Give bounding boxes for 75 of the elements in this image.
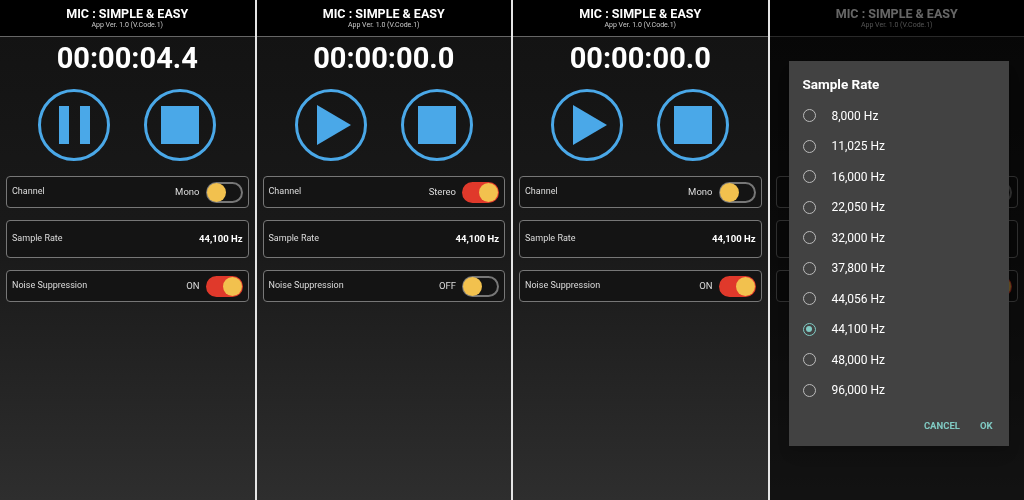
- setting-card[interactable]: Noise Suppression ON: [6, 270, 249, 302]
- setting-card[interactable]: Noise Suppression ON: [519, 270, 762, 302]
- setting-value: 44,100 Hz: [199, 231, 243, 246]
- radio-option[interactable]: 16,000 Hz: [802, 161, 995, 192]
- radio-option[interactable]: 48,000 Hz: [802, 344, 995, 375]
- toggle-switch[interactable]: [205, 181, 243, 203]
- radio-option[interactable]: 44,100 Hz: [802, 313, 995, 345]
- setting-card[interactable]: Sample Rate 44,100 Hz: [519, 220, 762, 258]
- option-label: 44,100 Hz: [831, 321, 886, 338]
- setting-value: Stereo: [428, 184, 456, 199]
- setting-card[interactable]: Channel Mono: [519, 176, 762, 208]
- play-icon: [573, 105, 608, 145]
- play-button[interactable]: [551, 89, 624, 161]
- setting-card[interactable]: Sample Rate 44,100 Hz: [262, 220, 505, 258]
- option-label: 44,056 Hz: [831, 290, 886, 308]
- option-label: 11,025 Hz: [831, 138, 886, 155]
- setting-card[interactable]: Noise Suppression OFF: [262, 270, 505, 302]
- stop-button[interactable]: [400, 89, 473, 161]
- setting-label: Channel: [525, 185, 558, 199]
- app-title: MIC : SIMPLE & EASY: [835, 6, 958, 21]
- setting-label: Noise Suppression: [12, 279, 88, 293]
- setting-value: ON: [186, 278, 200, 293]
- dialog-button[interactable]: OK: [979, 419, 993, 434]
- stop-icon: [161, 106, 200, 144]
- app-title: MIC : SIMPLE & EASY: [322, 6, 445, 21]
- radio-option[interactable]: 37,800 Hz: [802, 252, 995, 284]
- stop-icon: [417, 106, 456, 144]
- timer-display: 00:00:00.0: [313, 40, 455, 78]
- setting-label: Sample Rate: [525, 232, 576, 246]
- toggle-switch[interactable]: [462, 181, 499, 203]
- option-label: 16,000 Hz: [831, 168, 886, 186]
- option-label: 37,800 Hz: [831, 260, 886, 277]
- option-label: 48,000 Hz: [831, 351, 886, 369]
- setting-value: 44,100 Hz: [712, 231, 756, 246]
- setting-label: Channel: [12, 185, 45, 199]
- setting-card[interactable]: Channel Mono: [6, 176, 249, 208]
- setting-card[interactable]: Channel Stereo: [262, 176, 505, 208]
- setting-value: 44,100 Hz: [455, 231, 499, 246]
- stop-button[interactable]: [144, 89, 217, 161]
- setting-value: ON: [699, 278, 713, 293]
- setting-value: Mono: [688, 184, 713, 199]
- stop-button[interactable]: [657, 89, 730, 161]
- option-label: 32,000 Hz: [831, 229, 886, 247]
- dialog-title: Sample Rate: [802, 75, 881, 94]
- toggle-switch[interactable]: [205, 275, 243, 297]
- setting-card[interactable]: Sample Rate 44,100 Hz: [6, 220, 249, 258]
- play-icon: [316, 105, 351, 145]
- stop-icon: [674, 106, 713, 144]
- radio-option[interactable]: 22,050 Hz: [802, 191, 995, 223]
- option-label: 22,050 Hz: [831, 199, 886, 216]
- radio-option[interactable]: 44,056 Hz: [802, 283, 995, 314]
- setting-value: OFF: [438, 278, 456, 293]
- setting-value: Mono: [175, 184, 200, 199]
- setting-label: Noise Suppression: [525, 279, 601, 293]
- play-button[interactable]: [294, 89, 367, 161]
- setting-label: Channel: [268, 185, 302, 199]
- timer-display: 00:00:04.4: [56, 40, 198, 78]
- setting-label: Sample Rate: [268, 232, 320, 246]
- radio-option[interactable]: 11,025 Hz: [802, 130, 995, 162]
- setting-label: Noise Suppression: [268, 279, 344, 293]
- pause-button[interactable]: [38, 89, 111, 161]
- radio-option[interactable]: 96,000 Hz: [802, 374, 995, 406]
- option-label: 8,000 Hz: [831, 107, 879, 125]
- setting-label: Sample Rate: [12, 232, 63, 246]
- option-label: 96,000 Hz: [831, 382, 886, 399]
- dialog-button[interactable]: CANCEL: [923, 419, 960, 434]
- toggle-switch[interactable]: [462, 275, 499, 297]
- toggle-switch[interactable]: [718, 275, 756, 297]
- app-title: MIC : SIMPLE & EASY: [579, 6, 702, 21]
- pause-icon: [58, 106, 90, 144]
- radio-option[interactable]: 8,000 Hz: [802, 100, 995, 131]
- app-title: MIC : SIMPLE & EASY: [66, 6, 189, 21]
- timer-display: 00:00:00.0: [569, 40, 711, 78]
- radio-option[interactable]: 32,000 Hz: [802, 222, 995, 253]
- toggle-switch[interactable]: [718, 181, 756, 203]
